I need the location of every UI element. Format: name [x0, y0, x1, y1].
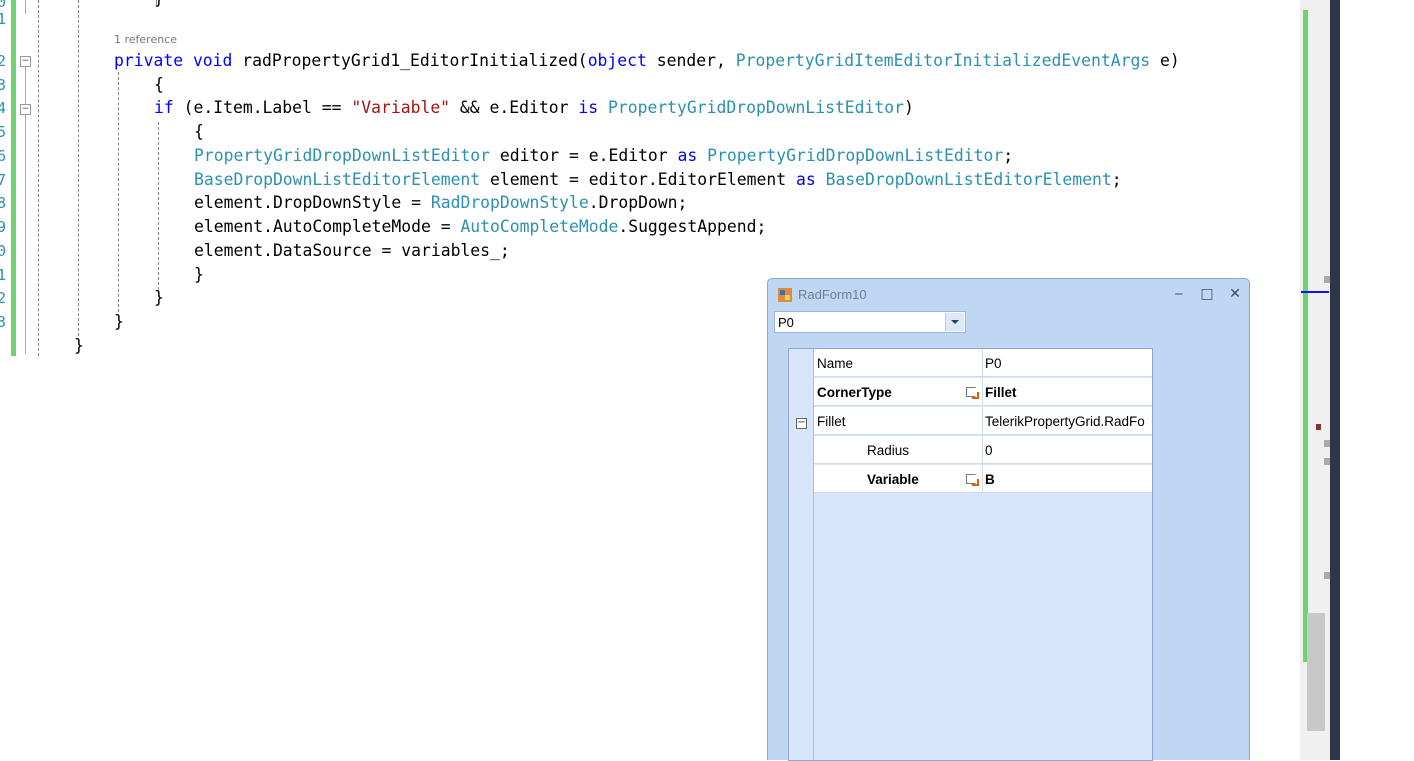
grid-indent-column	[789, 349, 814, 760]
title-bar[interactable]: RadForm10 ‒ □ ✕	[768, 279, 1249, 309]
column-divider	[982, 436, 983, 463]
code-line: BaseDropDownListEditorElement element = …	[194, 170, 1122, 189]
line-number: 8	[0, 194, 7, 212]
line-number: 1	[0, 266, 7, 284]
property-row[interactable]: Name P0	[814, 349, 1152, 377]
change-indicator-bar	[11, 0, 16, 356]
line-number: 4	[0, 99, 7, 117]
line-number: 9	[0, 218, 7, 236]
maximize-button[interactable]: □	[1196, 284, 1218, 304]
line-number: 6	[0, 147, 7, 165]
indent-guide	[38, 0, 39, 356]
code-line: }	[114, 312, 124, 331]
line-number: 0	[0, 242, 7, 260]
line-number: 2	[0, 289, 7, 307]
indent-guide	[78, 0, 79, 336]
indent-guide	[118, 72, 119, 312]
code-line: element.DataSource = variables_;	[194, 241, 510, 260]
minimize-button[interactable]: ‒	[1168, 284, 1190, 304]
code-line: {	[154, 75, 164, 94]
overview-scrollbar[interactable]	[1300, 0, 1330, 760]
collapse-icon[interactable]: −	[20, 104, 31, 115]
reset-value-icon[interactable]	[966, 387, 979, 399]
close-button[interactable]: ✕	[1224, 284, 1246, 304]
property-value[interactable]: Fillet	[985, 385, 1147, 400]
property-name: Variable	[867, 472, 919, 487]
window-title: RadForm10	[798, 287, 867, 302]
code-line: element.AutoCompleteMode = AutoCompleteM…	[194, 217, 767, 236]
property-name: Radius	[867, 443, 910, 458]
caret-position-marker	[1301, 291, 1329, 293]
line-number: 1	[0, 10, 7, 28]
radform-window[interactable]: RadForm10 ‒ □ ✕ P0 − Name P0 CornerType …	[767, 278, 1250, 761]
column-divider	[982, 378, 983, 405]
code-line: }	[154, 0, 164, 9]
codelens-references[interactable]: 1 reference	[114, 33, 177, 46]
outline-line	[25, 0, 26, 14]
change-indicator-bar	[1303, 10, 1308, 662]
property-grid[interactable]: − Name P0 CornerType Fillet Fillet Teler…	[788, 348, 1153, 761]
scrollbar-thumb[interactable]	[1307, 613, 1325, 731]
collapse-icon[interactable]: −	[20, 56, 31, 67]
error-mark	[1316, 424, 1321, 430]
property-row[interactable]: Radius 0	[814, 436, 1152, 464]
line-number: 0	[0, 0, 7, 11]
window-border	[1330, 0, 1340, 760]
code-line: }	[194, 265, 204, 284]
code-line: PropertyGridDropDownListEditor editor = …	[194, 146, 1014, 165]
line-number: 3	[0, 76, 7, 94]
column-divider	[982, 465, 983, 492]
property-value[interactable]: B	[985, 472, 1147, 487]
property-value[interactable]: P0	[985, 356, 1147, 371]
line-number: 5	[0, 123, 7, 141]
property-name: Name	[817, 356, 854, 371]
code-line: }	[154, 288, 164, 307]
column-divider	[982, 407, 983, 434]
code-line: if (e.Item.Label == "Variable" && e.Edit…	[154, 98, 914, 117]
code-line: }	[74, 336, 84, 355]
property-row[interactable]: Fillet TelerikPropertyGrid.RadFo	[814, 407, 1152, 435]
property-name: Fillet	[817, 414, 846, 429]
collapse-icon[interactable]: −	[796, 418, 807, 429]
code-line: {	[194, 122, 204, 141]
chevron-down-icon[interactable]	[945, 313, 964, 331]
app-icon	[778, 288, 792, 302]
indent-guide	[158, 122, 159, 290]
property-value[interactable]: 0	[985, 443, 1147, 458]
line-number: 3	[0, 313, 7, 331]
object-selector-dropdown[interactable]: P0	[774, 311, 966, 333]
line-number: 2	[0, 52, 7, 70]
reset-value-icon[interactable]	[966, 474, 979, 486]
code-line: element.DropDownStyle = RadDropDownStyle…	[194, 193, 688, 212]
property-row[interactable]: CornerType Fillet	[814, 378, 1152, 406]
code-line: private void radPropertyGrid1_EditorInit…	[114, 51, 1180, 70]
line-number: 7	[0, 171, 7, 189]
column-divider	[982, 349, 983, 376]
property-name: CornerType	[817, 385, 892, 400]
property-row[interactable]: Variable B	[814, 465, 1152, 493]
property-value[interactable]: TelerikPropertyGrid.RadFo	[985, 414, 1147, 429]
dropdown-value: P0	[778, 315, 794, 330]
